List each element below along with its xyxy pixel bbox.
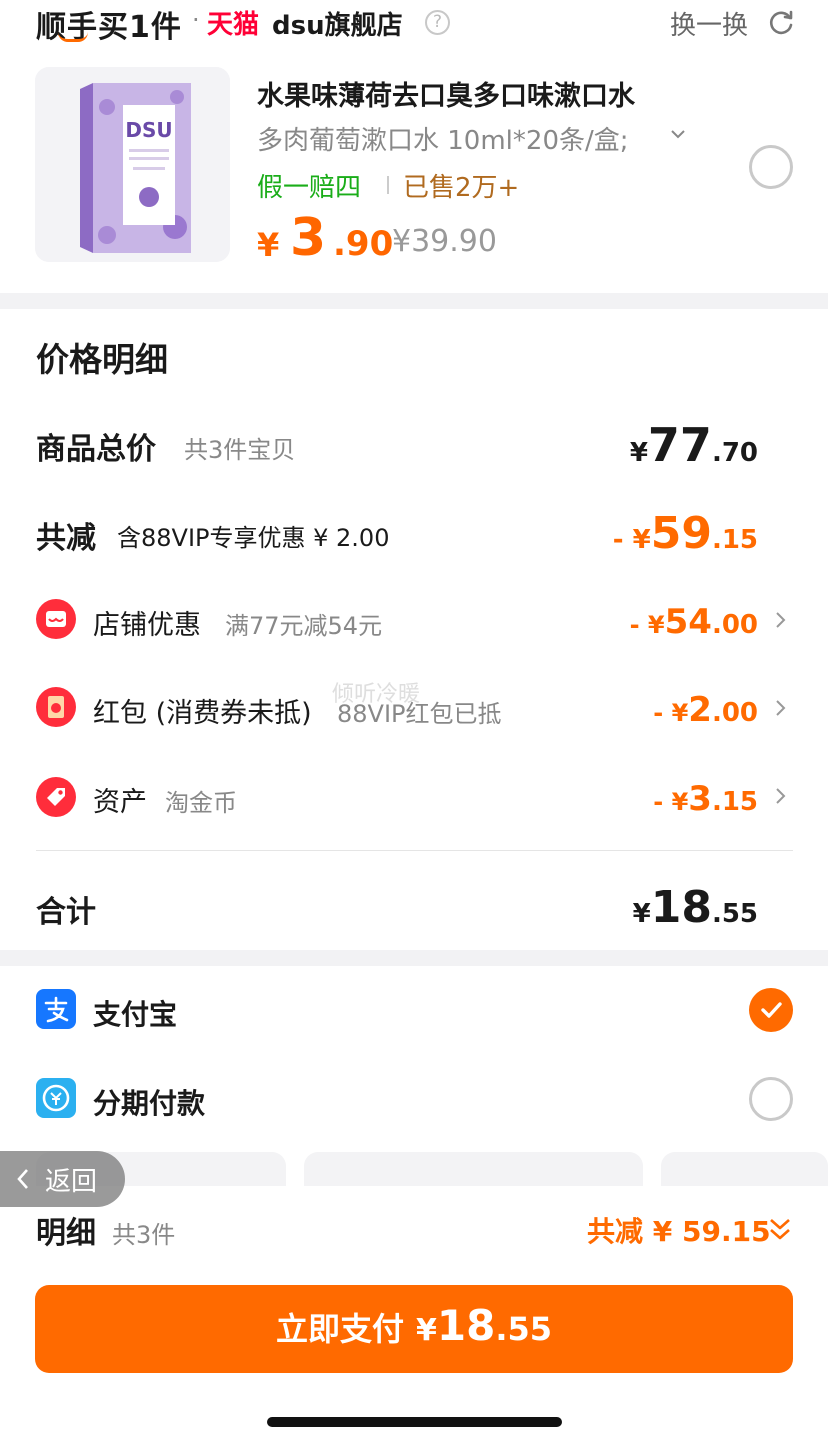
store-name[interactable]: dsu旗舰店 — [272, 5, 403, 42]
chevron-down-icon[interactable] — [670, 126, 686, 142]
reduce-amount: - ¥59.15 — [612, 508, 758, 559]
detail-title[interactable]: 明细 — [36, 1208, 96, 1252]
chevron-left-icon — [17, 1169, 28, 1189]
original-price: ¥39.90 — [392, 224, 497, 259]
detail-saved[interactable]: 共减 ¥ 59.15 — [587, 1210, 771, 1250]
reduce-label: 共减 — [36, 521, 96, 556]
refresh-icon[interactable] — [766, 8, 796, 38]
installment-option[interactable] — [661, 1152, 828, 1186]
divider — [387, 176, 389, 194]
reduce-sub: 含88VIP专享优惠 ¥ 2.00 — [117, 524, 390, 552]
chevron-right-icon[interactable] — [774, 610, 788, 630]
installment-radio[interactable] — [749, 1077, 793, 1121]
help-icon[interactable]: ? — [425, 10, 450, 35]
product-image-brand: DSU — [125, 118, 172, 142]
alipay-label[interactable]: 支付宝 — [93, 993, 177, 1033]
assets-amount[interactable]: - ¥3.15 — [653, 779, 758, 819]
guarantee-label: 假一赔四 — [257, 173, 362, 203]
store-discount-label: 店铺优惠 — [93, 610, 201, 641]
section-title: 顺手买1件 — [36, 10, 182, 45]
coin-tag-icon — [36, 777, 76, 817]
section-divider — [0, 950, 828, 966]
detail-count: 共3件 — [112, 1221, 176, 1249]
swap-button[interactable]: 换一换 — [670, 5, 748, 42]
assets-sub: 淘金币 — [165, 789, 237, 817]
sum-amount: ¥18.55 — [632, 882, 758, 933]
total-amount: ¥77.70 — [629, 418, 758, 472]
pay-now-button[interactable]: 立即支付 ¥ 18 .55 — [35, 1285, 793, 1373]
total-sub: 共3件宝贝 — [184, 436, 296, 464]
red-packet-amount[interactable]: - ¥2.00 — [653, 690, 758, 730]
assets-label: 资产 — [93, 787, 147, 818]
sold-count: 已售2万+ — [403, 173, 520, 203]
product-select-radio[interactable] — [749, 145, 793, 189]
price-detail-title: 价格明细 — [36, 340, 168, 379]
product-image[interactable]: DSU — [35, 67, 230, 262]
product-spec[interactable]: 多肉葡萄漱口水 10ml*20条/盒; — [257, 120, 629, 157]
store-discount-sub: 满77元减54元 — [225, 612, 383, 640]
chevron-right-icon[interactable] — [774, 698, 788, 718]
total-label: 商品总价 — [36, 432, 156, 467]
product-name[interactable]: 水果味薄荷去口臭多口味漱口水 — [257, 74, 635, 113]
title-separator: · — [192, 6, 200, 34]
sum-label: 合计 — [36, 895, 96, 930]
double-chevron-down-icon[interactable] — [767, 1215, 793, 1245]
watermark-text: 倾听冷暖 — [332, 682, 421, 707]
store-icon — [36, 599, 76, 639]
price-decimal: .90 — [333, 224, 394, 264]
alipay-icon — [36, 989, 76, 1029]
section-divider — [0, 293, 828, 309]
store-discount-amount[interactable]: - ¥54.00 — [630, 602, 758, 642]
red-packet-icon — [36, 687, 76, 727]
chevron-right-icon[interactable] — [774, 786, 788, 806]
home-indicator[interactable] — [267, 1417, 562, 1427]
back-label[interactable]: 返回 — [45, 1161, 97, 1198]
divider — [36, 850, 793, 851]
tmall-label: 天猫 — [207, 10, 260, 40]
installment-option[interactable] — [304, 1152, 643, 1186]
price-symbol: ¥ — [257, 226, 280, 264]
red-packet-label: 红包 (消费券未抵) — [93, 698, 312, 729]
price-integer: 3 — [290, 208, 327, 268]
installment-label[interactable]: 分期付款 — [93, 1082, 205, 1122]
installment-icon — [36, 1078, 76, 1118]
alipay-selected-check[interactable] — [749, 988, 793, 1032]
